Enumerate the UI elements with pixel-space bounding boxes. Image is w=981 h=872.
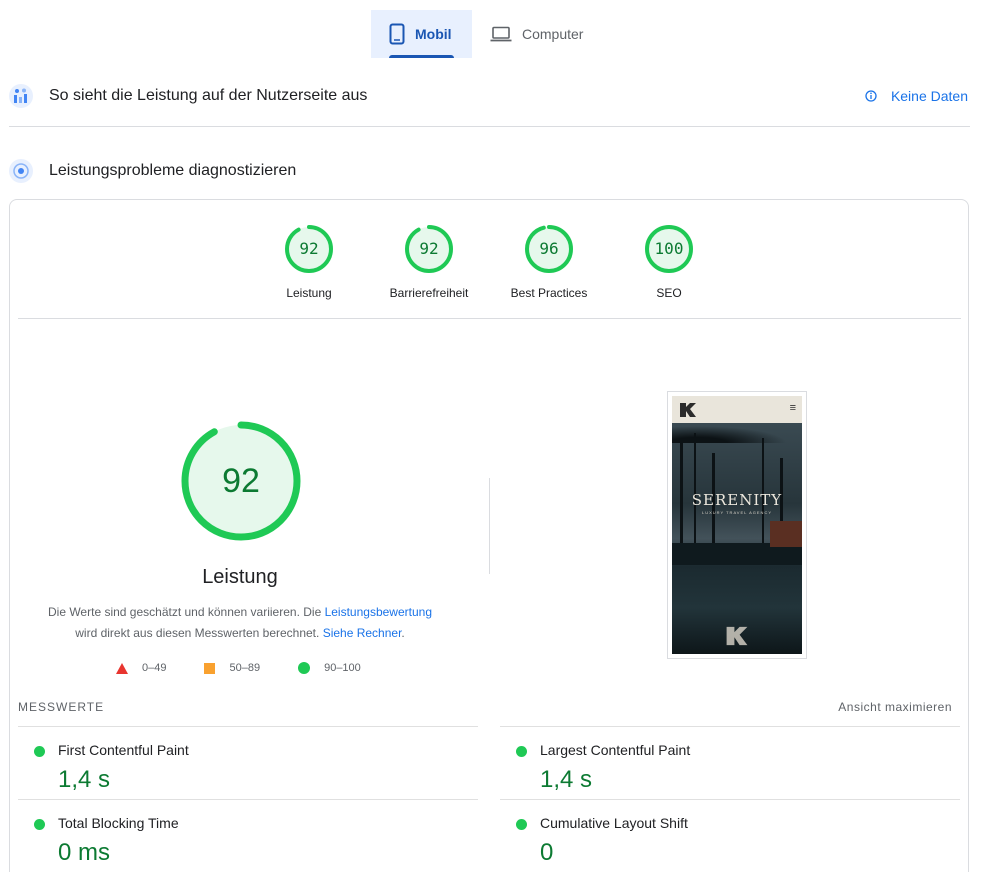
desc-text: wird direkt aus diesen Messwerten berech…: [75, 626, 323, 640]
divider: [500, 799, 960, 800]
no-data-link[interactable]: Keine Daten: [865, 88, 970, 104]
divider: [9, 126, 970, 127]
metric-tbt: Total Blocking Time 0 ms: [18, 801, 458, 872]
tab-desktop-label: Computer: [522, 26, 584, 42]
pass-circle-icon: [516, 746, 527, 757]
expand-view-button[interactable]: Ansicht maximieren: [838, 700, 952, 714]
legend-label: 0–49: [142, 662, 167, 674]
divider: [500, 726, 960, 727]
gauge-performance[interactable]: 92 Leistung: [249, 224, 369, 300]
gauge-label: Best Practices: [510, 286, 588, 300]
metric-fcp: First Contentful Paint 1,4 s: [18, 728, 458, 800]
users-chart-icon: [9, 84, 33, 108]
performance-score: 92: [222, 462, 260, 500]
calculator-link[interactable]: Siehe Rechner: [323, 626, 402, 640]
pass-circle-icon: [516, 819, 527, 830]
info-icon: [865, 90, 877, 102]
divider: [18, 318, 961, 319]
gauge-best-practices[interactable]: 96 Best Practices: [489, 224, 609, 300]
gauge-label: SEO: [656, 286, 682, 300]
gauge-score: 92: [419, 239, 439, 258]
diagnose-section: Leistungsprobleme diagnostizieren: [9, 158, 970, 184]
screenshot-tagline: LUXURY TRAVEL AGENCY: [701, 510, 773, 515]
metric-value: 0 ms: [58, 839, 111, 866]
gauge-score: 92: [299, 239, 319, 258]
desc-text: Die Werte sind geschätzt und können vari…: [47, 605, 325, 619]
metric-cls: Cumulative Layout Shift 0: [500, 801, 940, 872]
triangle-icon: [116, 662, 128, 674]
field-data-section: So sieht die Leistung auf der Nutzerseit…: [9, 83, 970, 109]
screenshot-header: ≡: [672, 396, 802, 423]
metric-name: Cumulative Layout Shift: [540, 815, 688, 831]
legend-item-fail: 0–49: [116, 662, 166, 674]
circle-icon: [298, 662, 311, 674]
laptop-icon: [490, 26, 512, 42]
legend-label: 90–100: [324, 662, 361, 674]
square-icon: [204, 662, 216, 674]
metric-name: First Contentful Paint: [58, 742, 189, 758]
tab-mobile-label: Mobil: [415, 26, 452, 42]
score-gauges: 92 Leistung 92 Barrierefreiheit 96 Best …: [10, 224, 968, 314]
divider: [18, 799, 478, 800]
field-data-title: So sieht die Leistung auf der Nutzerseit…: [49, 87, 368, 104]
device-tabs: Mobil Computer: [371, 10, 599, 58]
metric-name: Largest Contentful Paint: [540, 742, 691, 758]
score-description: Die Werte sind geschätzt und können vari…: [30, 602, 450, 644]
site-logo-icon: [680, 403, 696, 417]
metric-name: Total Blocking Time: [58, 815, 179, 831]
menu-icon: ≡: [789, 402, 796, 414]
metric-value: 1,4 s: [58, 766, 111, 793]
metric-lcp: Largest Contentful Paint 1,4 s: [500, 728, 940, 800]
performance-title: Leistung: [202, 566, 278, 588]
diagnose-icon: [9, 159, 33, 183]
site-logo-icon: [726, 626, 748, 646]
desc-text: .: [401, 626, 405, 640]
gauge-accessibility[interactable]: 92 Barrierefreiheit: [369, 224, 489, 300]
gauge-score: 96: [539, 239, 559, 258]
gauge-label: Barrierefreiheit: [389, 286, 469, 300]
metric-value: 0: [540, 839, 554, 866]
pass-circle-icon: [34, 819, 45, 830]
score-legend: 0–49 50–89 90–100: [116, 662, 399, 674]
metrics-heading: MESSWERTE: [18, 700, 105, 714]
tab-mobile[interactable]: Mobil: [371, 10, 472, 58]
hero-image: [672, 423, 802, 654]
vertical-divider: [489, 478, 490, 574]
no-data-label: Keine Daten: [890, 88, 968, 104]
metric-value: 1,4 s: [540, 766, 593, 793]
diagnose-title: Leistungsprobleme diagnostizieren: [49, 162, 297, 179]
legend-item-average: 50–89: [204, 662, 260, 674]
scoring-link[interactable]: Leistungsbewertung: [325, 605, 432, 619]
page-screenshot: ≡ SERENITY LUXURY TRAVEL AGENCY: [667, 391, 807, 659]
gauge-seo[interactable]: 100 SEO: [609, 224, 729, 300]
screenshot-image: ≡ SERENITY LUXURY TRAVEL AGENCY: [672, 396, 802, 654]
pass-circle-icon: [34, 746, 45, 757]
divider: [18, 726, 478, 727]
gauge-label: Leistung: [286, 286, 332, 300]
gauge-score: 100: [654, 239, 684, 258]
legend-item-pass: 90–100: [298, 662, 361, 674]
screenshot-brand: SERENITY: [691, 491, 783, 509]
legend-label: 50–89: [229, 662, 261, 674]
tab-desktop[interactable]: Computer: [472, 10, 599, 58]
smartphone-icon: [389, 23, 405, 45]
report-card: 92 Leistung 92 Barrierefreiheit 96 Best …: [9, 199, 969, 872]
performance-gauge-large: 92: [180, 420, 302, 542]
